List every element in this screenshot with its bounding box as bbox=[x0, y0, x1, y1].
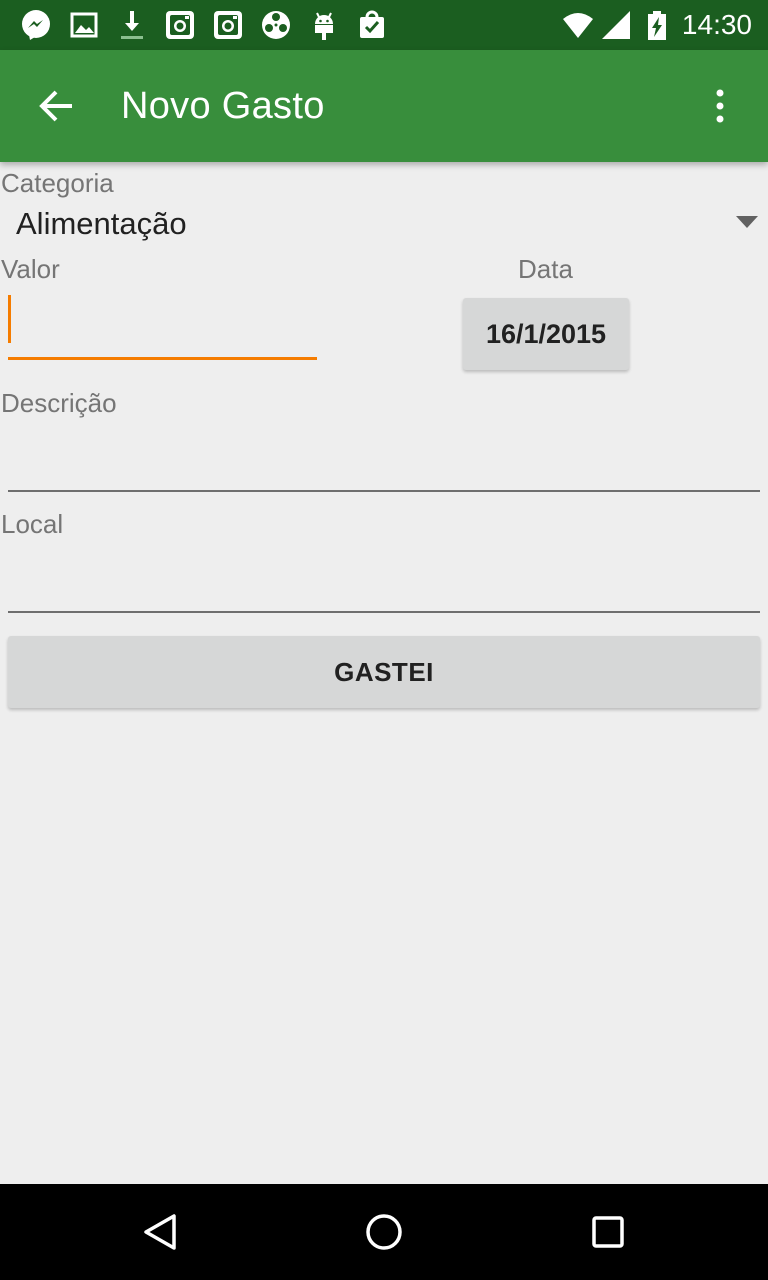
instagram-icon bbox=[212, 9, 244, 41]
navigation-bar bbox=[0, 1184, 768, 1280]
categoria-spinner[interactable]: Alimentação bbox=[0, 200, 768, 252]
instagram-icon bbox=[164, 9, 196, 41]
categoria-label: Categoria bbox=[1, 168, 114, 198]
local-underline bbox=[8, 611, 760, 613]
local-input[interactable] bbox=[8, 553, 760, 613]
wifi-icon bbox=[562, 9, 594, 41]
arrow-back-icon bbox=[39, 90, 72, 122]
date-picker-button[interactable]: 16/1/2015 bbox=[463, 298, 629, 370]
image-icon bbox=[68, 9, 100, 41]
film-reel-icon bbox=[260, 9, 292, 41]
valor-label: Valor bbox=[1, 254, 60, 284]
clock: 14:30 bbox=[681, 9, 752, 40]
gastei-button[interactable]: GASTEI bbox=[8, 636, 760, 708]
dropdown-arrow-icon bbox=[736, 216, 758, 228]
descricao-underline bbox=[8, 490, 760, 492]
text-cursor bbox=[8, 295, 11, 343]
android-icon bbox=[308, 9, 340, 41]
local-label: Local bbox=[1, 509, 64, 539]
more-vert-icon bbox=[716, 89, 724, 123]
battery-charging-icon bbox=[640, 9, 672, 41]
nav-back-button[interactable] bbox=[112, 1200, 208, 1264]
recents-square-icon bbox=[592, 1216, 624, 1248]
download-icon bbox=[116, 9, 148, 41]
page-title: Novo Gasto bbox=[121, 85, 325, 127]
back-triangle-icon bbox=[144, 1214, 176, 1250]
toolbar: Novo Gasto bbox=[0, 50, 768, 162]
nav-recents-button[interactable] bbox=[560, 1200, 656, 1264]
signal-icon bbox=[600, 9, 632, 41]
status-bar: 14:30 bbox=[0, 0, 768, 50]
valor-input[interactable] bbox=[8, 290, 317, 360]
descricao-label: Descrição bbox=[1, 388, 117, 418]
categoria-value: Alimentação bbox=[16, 206, 187, 241]
shopping-bag-icon bbox=[356, 9, 388, 41]
home-circle-icon bbox=[366, 1214, 402, 1250]
descricao-input[interactable] bbox=[8, 432, 760, 492]
overflow-menu-button[interactable] bbox=[682, 70, 758, 142]
messenger-icon bbox=[20, 9, 52, 41]
back-button[interactable] bbox=[20, 70, 92, 142]
data-label: Data bbox=[518, 254, 573, 284]
nav-home-button[interactable] bbox=[336, 1200, 432, 1264]
valor-underline bbox=[8, 357, 317, 360]
